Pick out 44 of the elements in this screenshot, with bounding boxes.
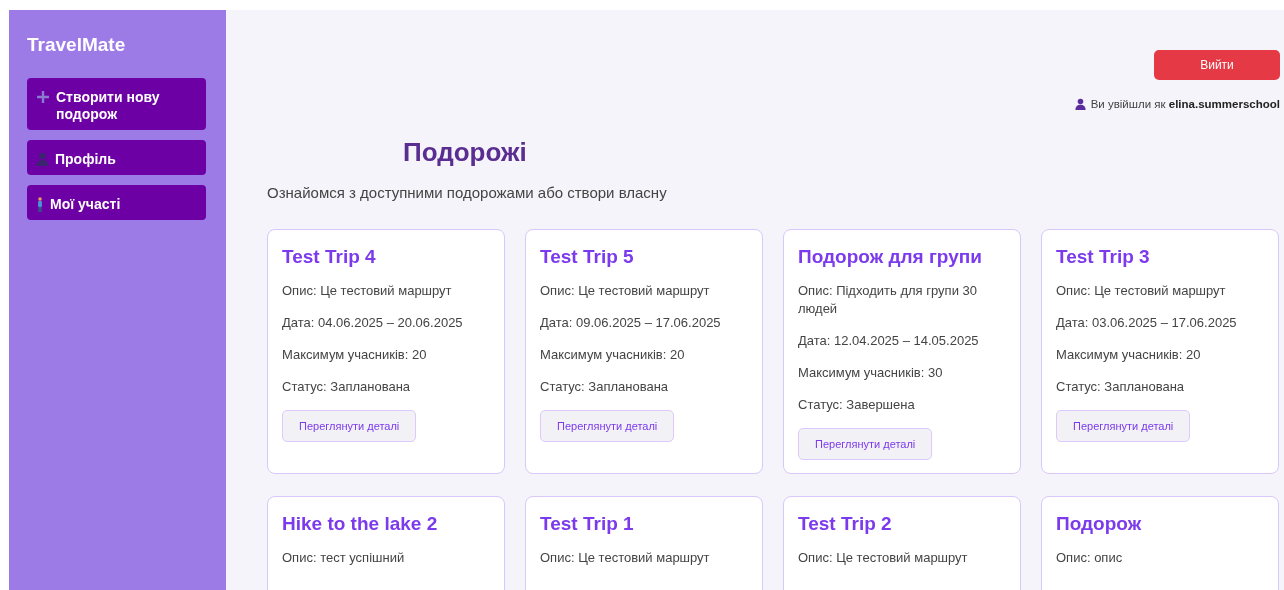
trip-title: Test Trip 4 <box>282 246 377 268</box>
app-title: TravelMate <box>27 34 127 56</box>
trip-detail: Опис: тест успішний <box>282 549 406 567</box>
trip-detail: Опис: Це тестовий маршрут <box>1056 282 1227 300</box>
standing-person-icon <box>36 197 44 212</box>
trip-title: Test Trip 5 <box>540 246 635 268</box>
page-subtitle: Ознайомся з доступними подорожами або створи власну <box>267 184 668 201</box>
trip-title: Hike to the lake 2 <box>282 513 439 535</box>
person-icon <box>36 152 49 166</box>
trip-detail: Статус: Запланована <box>540 378 670 396</box>
trip-detail: Дата: 12.04.2025 – 14.05.2025 <box>798 332 980 350</box>
details-button[interactable]: Переглянути деталі <box>540 410 675 442</box>
trip-detail: Опис: опис <box>1056 549 1124 567</box>
trip-detail: Максимум учасників: 20 <box>1056 346 1202 364</box>
trip-detail: Статус: Запланована <box>1056 378 1186 396</box>
trip-detail: Статус: Завершена <box>798 396 916 414</box>
trip-detail: Дата: 09.06.2025 – 17.06.2025 <box>540 314 722 332</box>
details-button[interactable]: Переглянути деталі <box>282 410 417 442</box>
trip-detail: Максимум учасників: 30 <box>798 364 944 382</box>
nav-button[interactable]: Мої участі <box>27 185 206 220</box>
trip-title: Подорож для групи <box>798 246 983 268</box>
login-status: Ви увійшли як elina.summerschool <box>1090 98 1280 110</box>
trip-detail: Опис: Це тестовий маршрут <box>540 549 711 567</box>
details-button[interactable]: Переглянути деталі <box>1056 410 1191 442</box>
trip-detail: Максимум учасників: 20 <box>540 346 686 364</box>
nav-button[interactable]: Профіль <box>27 140 206 175</box>
trip-detail: Опис: Це тестовий маршрут <box>282 282 453 300</box>
trip-detail: Опис: Це тестовий маршрут <box>540 282 711 300</box>
page-title: Подорожі <box>403 137 528 168</box>
trip-title: Test Trip 3 <box>1056 246 1151 268</box>
plus-icon <box>36 90 50 104</box>
trip-title: Подорож <box>1056 513 1143 535</box>
trip-title: Test Trip 2 <box>798 513 893 535</box>
trip-detail: Дата: 03.06.2025 – 17.06.2025 <box>1056 314 1238 332</box>
logout-button[interactable]: Вийти <box>1154 50 1280 80</box>
trip-detail: Опис: Підходить для групи 30 людей <box>798 282 978 318</box>
trip-title: Test Trip 1 <box>540 513 635 535</box>
trip-detail: Максимум учасників: 20 <box>282 346 428 364</box>
user-icon <box>1074 98 1086 110</box>
details-button[interactable]: Переглянути деталі <box>798 428 933 460</box>
trip-detail: Статус: Запланована <box>282 378 412 396</box>
trip-detail: Дата: 04.06.2025 – 20.06.2025 <box>282 314 464 332</box>
trip-detail: Опис: Це тестовий маршрут <box>798 549 969 567</box>
nav-button[interactable]: Створити нову подорож <box>27 78 206 130</box>
